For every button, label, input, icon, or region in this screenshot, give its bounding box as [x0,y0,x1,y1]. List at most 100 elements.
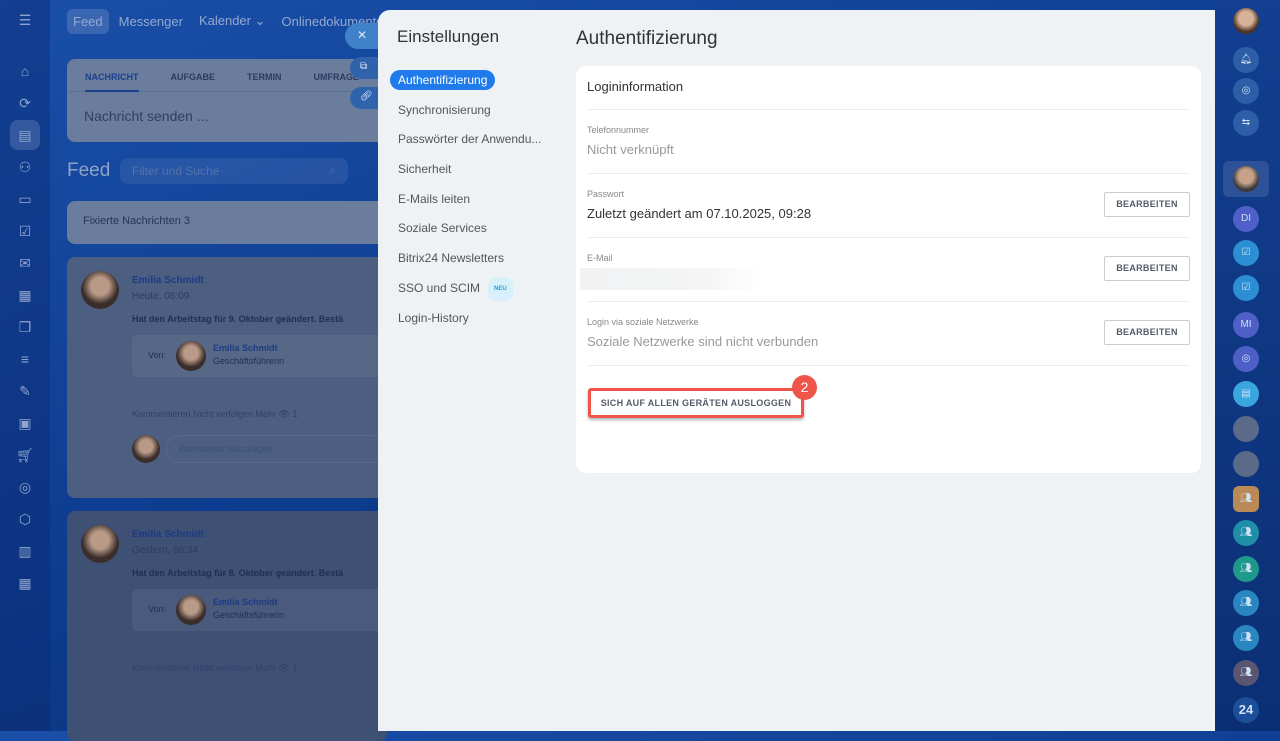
avatar [176,595,206,625]
nav-feed[interactable]: Feed [67,8,109,34]
chart-icon[interactable]: ▥ [16,542,34,560]
bitrix24-logo[interactable]: 24 [1233,697,1259,723]
external-link-icon: ⧉ [360,61,368,72]
settings-panel: Einstellungen Authentifizierung Synchron… [378,10,1215,731]
filter-input[interactable]: Filter und Suche ⌕ [120,158,348,184]
box-icon[interactable]: ⬡ [16,510,34,528]
target-icon[interactable]: ◎ [16,478,34,496]
radar-icon[interactable]: ◎ [1233,78,1259,104]
password-row: Passwort Zuletzt geändert am 07.10.2025,… [587,174,1190,238]
schedule-icon[interactable]: ▦ [16,574,34,592]
mail-icon[interactable]: ✉ [16,254,34,272]
edit-social-button[interactable]: BEARBEITEN [1104,320,1190,345]
chat-mi[interactable]: MI [1233,312,1259,338]
group-chat-icon[interactable]: 👥︎ [1233,486,1259,512]
group-chat-icon[interactable]: 👥︎ [1233,660,1259,686]
contact-avatar[interactable] [1233,166,1259,192]
page-title: Authentifizierung [576,28,718,49]
funnel-icon[interactable]: ≡ [16,350,34,368]
post-time: Heute, 06:09 [132,291,190,302]
bell-icon[interactable]: 🔔︎ [1233,47,1259,73]
from-name[interactable]: Emilia Schmidt [213,343,278,353]
divider [587,66,1190,110]
password-value: Zuletzt geändert am 07.10.2025, 09:28 [587,206,812,221]
nav-email-forwarding[interactable]: E-Mails leiten [390,188,560,218]
nav-sso-scim[interactable]: SSO und SCIM NEU [390,276,560,307]
nav-messenger[interactable]: Messenger [113,9,189,34]
link-icon: 🔗︎ [360,91,373,102]
group-chat-icon[interactable]: 👥︎ [1233,590,1259,616]
menu-icon[interactable]: ☰ [16,11,34,29]
user-avatar[interactable] [1233,8,1259,34]
team-icon[interactable]: ⚇ [16,158,34,176]
social-label: Login via soziale Netzwerke [587,317,699,327]
social-value: Soziale Netzwerke sind nicht verbunden [587,334,819,349]
nav-app-passwords[interactable]: Passwörter der Anwendu... [390,128,560,158]
crm-icon[interactable]: ▭ [16,190,34,208]
email-value-blurred [580,268,760,290]
from-role: Geschäftsführerin [213,356,285,366]
post-author[interactable]: Emilia Schmidt [132,529,204,540]
nav-login-history[interactable]: Login-History [390,307,560,337]
tab-event[interactable]: TERMIN [247,72,282,91]
password-label: Passwort [587,189,625,199]
message-chat-icon[interactable]: ▤ [1233,381,1259,407]
group-image-avatar[interactable] [1233,451,1259,477]
social-row: Login via soziale Netzwerke Soziale Netz… [587,302,1190,366]
task-chat-icon[interactable]: ☑ [1233,275,1259,301]
home-icon[interactable]: ⌂ [16,62,34,80]
pinned-messages[interactable]: Fixierte Nachrichten 3 [67,201,387,244]
email-label: E-Mail [587,253,613,263]
settings-title: Einstellungen [397,27,500,46]
post-from: Von: Emilia Schmidt Geschäftsführerin [132,589,387,631]
post-author[interactable]: Emilia Schmidt [132,275,204,286]
from-name[interactable]: Emilia Schmidt [213,597,278,607]
nav-social-services[interactable]: Soziale Services [390,217,560,247]
group-chat-icon[interactable]: 👥︎ [1233,556,1259,582]
settings-nav: Authentifizierung Synchronisierung Passw… [390,69,560,336]
close-icon: ✕ [357,28,368,42]
top-nav: Feed Messenger Kalender ⌄ Onlinedokument… [67,8,389,34]
avatar [81,525,119,563]
message-input[interactable]: Nachricht senden ... [67,92,387,140]
calendar-icon[interactable]: ▦ [16,286,34,304]
nav-calendar[interactable]: Kalender ⌄ [193,8,272,34]
filter-placeholder: Filter und Suche [132,164,220,178]
tasks-icon[interactable]: ☑ [16,222,34,240]
nav-sync[interactable]: Synchronisierung [390,99,560,129]
nav-security[interactable]: Sicherheit [390,158,560,188]
nav-authentication[interactable]: Authentifizierung [390,69,560,99]
sign-icon[interactable]: ✎ [16,382,34,400]
post-from: Von: Emilia Schmidt Geschäftsführerin [132,335,387,377]
login-info-card: Logininformation Telefonnummer Nicht ver… [576,66,1201,473]
card-icon[interactable]: ▣ [16,414,34,432]
post-text: Hat den Arbeitstag für 8. Oktober geände… [132,568,344,578]
post-actions[interactable]: Kommentieren Nicht verfolgen Mehr 👁 1 [132,409,298,420]
feed-post: Emilia Schmidt Gestern, 06:34 Hat den Ar… [67,511,387,741]
logout-all-devices-button[interactable]: SICH AUF ALLEN GERÄTEN AUSLOGGEN [588,388,804,418]
group-chat-icon[interactable]: 👥︎ [1233,625,1259,651]
composer: NACHRICHT AUFGABE TERMIN UMFRAGE Nachric… [67,59,387,142]
group-image-avatar[interactable] [1233,416,1259,442]
task-chat-icon[interactable]: ☑ [1233,240,1259,266]
comment-input[interactable]: Kommentar hinzufügen [166,435,387,463]
sync-icon[interactable]: ⟳ [16,94,34,112]
left-sidebar: ☰ ⌂ ⟳ ▤ ⚇ ▭ ☑ ✉ ▦ ❐ ≡ ✎ ▣ 🛒︎ ◎ ⬡ ▥ ▦ [0,0,50,731]
nav-newsletters[interactable]: Bitrix24 Newsletters [390,247,560,277]
edit-email-button[interactable]: BEARBEITEN [1104,256,1190,281]
avatar [81,271,119,309]
exchange-icon[interactable]: ⇆ [1233,110,1259,136]
cart-icon[interactable]: 🛒︎ [16,446,34,464]
feed-title: Feed [67,160,111,181]
step-badge: 2 [792,375,817,400]
edit-password-button[interactable]: BEARBEITEN [1104,192,1190,217]
radar-chat-icon[interactable]: ◎ [1233,346,1259,372]
nav-label: SSO und SCIM [398,280,481,295]
post-actions[interactable]: Kommentieren Nicht verfolgen Mehr 👁 1 [132,663,298,674]
feed-icon[interactable]: ▤ [10,120,40,150]
tab-task[interactable]: AUFGABE [171,72,216,91]
group-chat-icon[interactable]: 👥︎ [1233,520,1259,546]
chat-di[interactable]: DI [1233,206,1259,232]
chat-icon[interactable]: ❐ [16,318,34,336]
tab-message[interactable]: NACHRICHT [85,72,139,92]
